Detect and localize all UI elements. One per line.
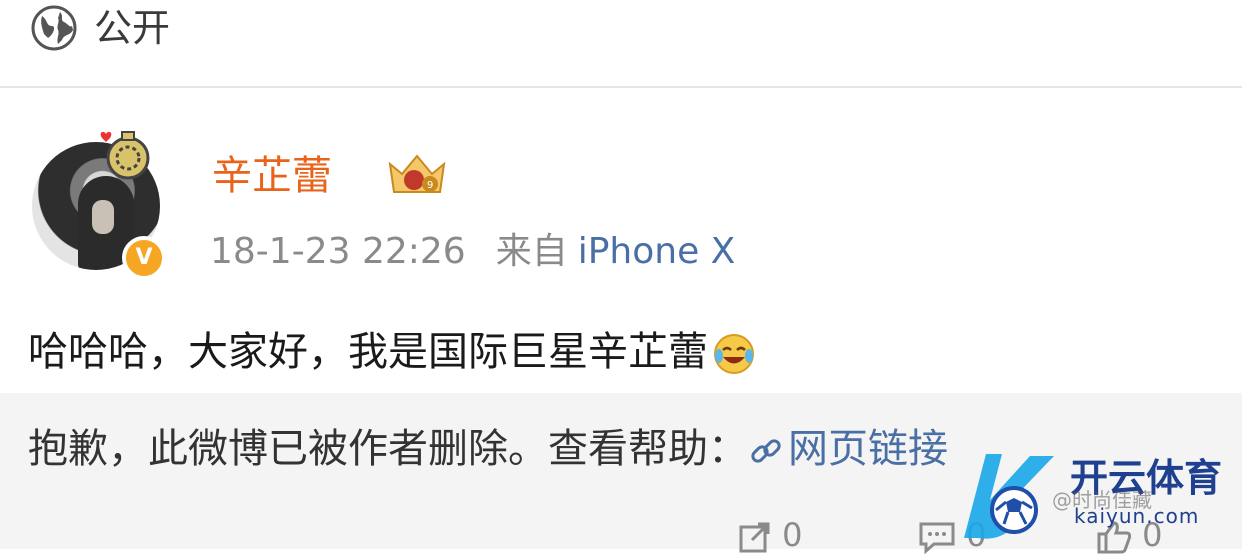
help-web-link[interactable]: 网页链接 (748, 426, 948, 472)
laugh-cry-emoji-icon (714, 334, 754, 374)
watermark-domain: kaiyun.com (1074, 504, 1200, 528)
verified-v-icon: V (122, 236, 166, 280)
deleted-notice: 抱歉，此微博已被作者删除。查看帮助： 网页链接 (28, 423, 948, 475)
kaiyun-logo-icon (964, 454, 1054, 539)
post-body: 哈哈哈，大家好，我是国际巨星辛芷蕾 (28, 329, 708, 375)
avatar-pendant-icon (100, 131, 150, 180)
vip-crown-badge-icon[interactable]: 9 (384, 150, 450, 198)
deleted-notice-text: 抱歉，此微博已被作者删除。查看帮助： (28, 426, 748, 472)
avatar-face (92, 200, 114, 234)
repost-button[interactable]: 0 (738, 515, 803, 555)
watermark: 开云体育 @时尚佳藏 kaiyun.com (956, 448, 1236, 546)
username[interactable]: 辛芷蕾 (212, 150, 332, 202)
post-text: 哈哈哈，大家好，我是国际巨星辛芷蕾 (28, 326, 756, 378)
post-source-prefix: 来自 (495, 231, 568, 272)
svg-text:9: 9 (427, 180, 433, 191)
post-source-device[interactable]: iPhone X (578, 231, 736, 272)
repost-count: 0 (782, 516, 803, 554)
post-timestamp: 18-1-23 22:26 (210, 231, 466, 272)
link-icon (751, 439, 781, 463)
visibility-bar: 公开 (0, 0, 1242, 88)
globe-icon (31, 5, 77, 51)
post-meta: 18-1-23 22:26 来自 iPhone X (210, 228, 735, 276)
visibility-label: 公开 (94, 6, 171, 50)
post-card: V 辛芷蕾 9 18-1-23 22:26 来自 iPhone X 哈哈哈，大家好，… (0, 88, 1242, 393)
help-link-label: 网页链接 (788, 426, 948, 472)
